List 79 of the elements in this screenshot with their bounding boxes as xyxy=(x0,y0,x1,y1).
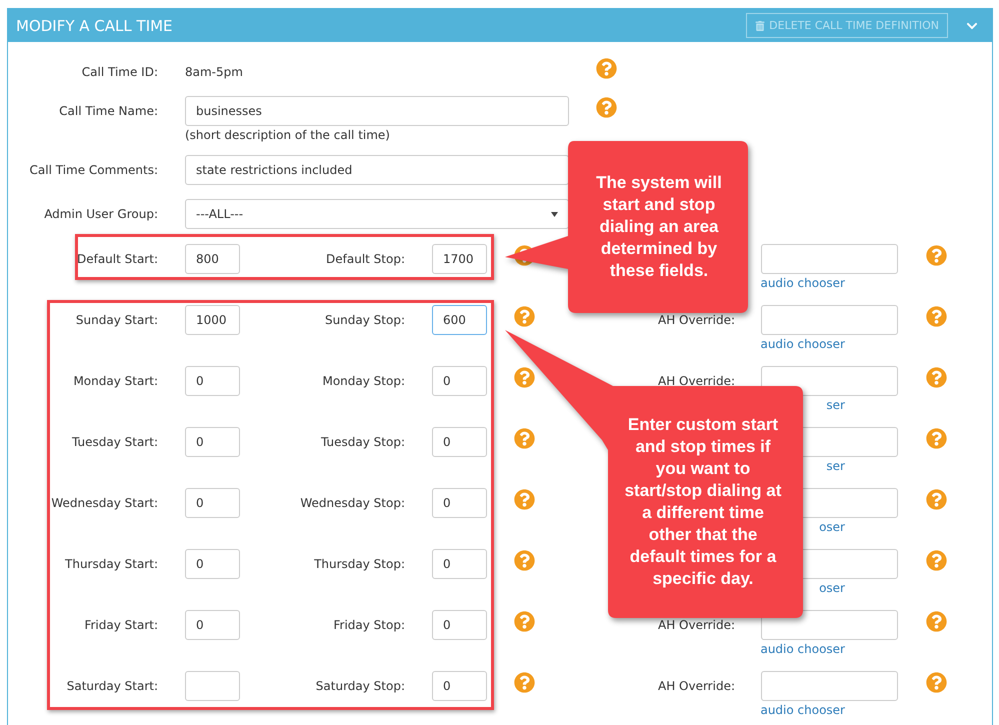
field-label: Tuesday Stop: xyxy=(320,434,405,451)
field-label: AH Override: xyxy=(656,312,735,329)
help-icon[interactable] xyxy=(926,428,947,448)
input-field[interactable] xyxy=(761,671,898,701)
panel-title: MODIFY A CALL TIME xyxy=(16,16,174,34)
help-icon[interactable] xyxy=(926,610,947,632)
input-field[interactable] xyxy=(761,305,898,335)
help-icon[interactable] xyxy=(514,366,535,388)
input-field[interactable]: 0 xyxy=(185,610,240,640)
field-label: AH Override: xyxy=(656,373,735,390)
help-icon[interactable] xyxy=(926,488,947,510)
audio-chooser-link[interactable]: oser xyxy=(819,581,845,595)
field-label: Saturday Stop: xyxy=(314,678,405,695)
help-icon[interactable] xyxy=(926,306,947,326)
trash-icon xyxy=(755,20,766,30)
input-field[interactable]: 800 xyxy=(185,244,240,274)
dropdown[interactable]: ---ALL--- xyxy=(185,199,569,229)
audio-chooser-link[interactable]: audio chooser xyxy=(760,703,845,717)
input-field[interactable]: 600 xyxy=(432,305,487,335)
help-icon[interactable] xyxy=(926,550,947,570)
input-field[interactable]: businesses xyxy=(185,96,569,126)
input-field[interactable]: 0 xyxy=(432,610,487,640)
field-label: Thursday Start: xyxy=(64,556,158,573)
help-icon[interactable] xyxy=(926,672,947,692)
field-label: Monday Stop: xyxy=(321,373,405,390)
field-label: Friday Stop: xyxy=(332,617,405,634)
field-label: Default Stop: xyxy=(325,251,405,268)
field-label: AH Override: xyxy=(656,617,735,634)
help-icon[interactable] xyxy=(596,58,617,78)
audio-chooser-link[interactable]: audio chooser xyxy=(760,337,845,351)
field-label: Wednesday Start: xyxy=(50,495,158,512)
audio-chooser-link[interactable]: ser xyxy=(826,398,845,412)
input-field[interactable]: 0 xyxy=(432,427,487,457)
help-icon[interactable] xyxy=(514,306,535,326)
input-field[interactable] xyxy=(761,366,898,396)
field-label: Monday Start: xyxy=(72,373,158,390)
field-label: Sunday Stop: xyxy=(324,312,405,329)
caret-icon xyxy=(551,212,558,216)
help-icon[interactable] xyxy=(514,488,535,510)
help-icon[interactable] xyxy=(514,672,535,692)
audio-chooser-link[interactable]: oser xyxy=(819,520,845,534)
callout-tooltip: The system will start and stop dialing an area determined by these fields. xyxy=(505,141,748,313)
field-label: Wednesday Stop: xyxy=(299,495,405,512)
field-label: Saturday Start: xyxy=(66,678,158,695)
help-icon[interactable] xyxy=(596,96,617,118)
field-label: Tuesday Start: xyxy=(71,434,158,451)
input-field[interactable]: 0 xyxy=(185,549,240,579)
field-label: Default Start: xyxy=(76,251,158,268)
input-field[interactable]: 0 xyxy=(432,549,487,579)
field-label: Call Time Comments: xyxy=(28,162,158,179)
field-label: Call Time Name: xyxy=(58,103,158,120)
field-label: AH Override: xyxy=(656,678,735,695)
input-field[interactable] xyxy=(185,671,240,701)
field-label: Call Time ID: xyxy=(80,64,158,81)
input-field[interactable]: 0 xyxy=(432,366,487,396)
help-icon[interactable] xyxy=(926,244,947,266)
field-label: Friday Start: xyxy=(83,617,158,634)
input-field[interactable]: 1700 xyxy=(432,244,487,274)
audio-chooser-link[interactable]: audio chooser xyxy=(760,642,845,656)
input-field[interactable] xyxy=(761,244,898,274)
field-value: 8am-5pm xyxy=(185,65,243,79)
input-field[interactable]: state restrictions included xyxy=(185,155,569,185)
audio-chooser-link[interactable]: ser xyxy=(826,459,845,473)
input-field[interactable]: 0 xyxy=(432,488,487,518)
input-field[interactable]: 1000 xyxy=(185,305,240,335)
input-field[interactable] xyxy=(761,610,898,640)
help-icon[interactable] xyxy=(514,610,535,632)
help-icon[interactable] xyxy=(514,550,535,570)
help-icon[interactable] xyxy=(514,428,535,448)
audio-chooser-link[interactable]: audio chooser xyxy=(760,276,845,290)
input-field[interactable]: 0 xyxy=(185,427,240,457)
field-hint: (short description of the call time) xyxy=(185,128,391,142)
input-field[interactable]: 0 xyxy=(432,671,487,701)
field-label: Admin User Group: xyxy=(43,206,158,223)
input-field[interactable]: 0 xyxy=(185,366,240,396)
field-label: Sunday Start: xyxy=(74,312,158,329)
field-label: Thursday Stop: xyxy=(313,556,405,573)
help-icon[interactable] xyxy=(926,366,947,388)
input-field[interactable]: 0 xyxy=(185,488,240,518)
